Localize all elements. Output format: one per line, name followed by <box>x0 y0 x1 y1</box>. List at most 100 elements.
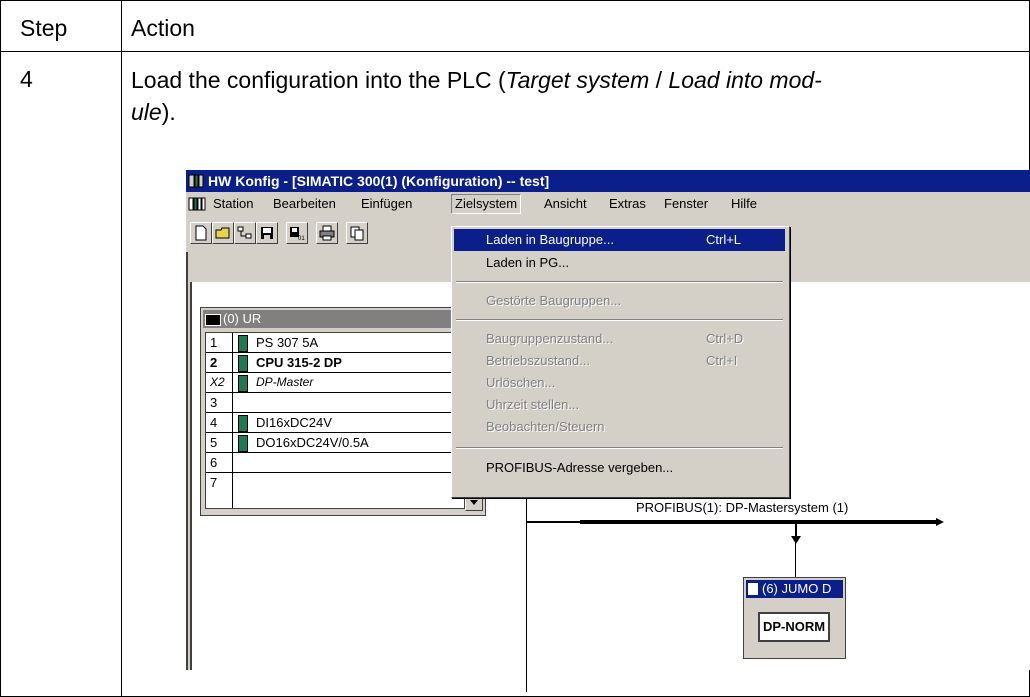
save-compile-icon: 01 <box>290 227 305 241</box>
dp-slave-window[interactable]: (6) JUMO D DP-NORM <box>743 577 846 659</box>
menu-item-betriebszustand[interactable]: Betriebszustand... Ctrl+I <box>454 350 785 372</box>
open-button[interactable] <box>212 222 234 244</box>
instruction-lead: Load the configuration into the PLC ( <box>131 67 506 93</box>
menu-separator <box>456 281 783 283</box>
rack-title: (0) UR <box>223 311 262 326</box>
menu-item-laden-in-baugruppe[interactable]: Laden in Baugruppe... Ctrl+L <box>454 229 785 251</box>
slot-number: 5 <box>210 435 218 450</box>
open-folder-icon <box>215 227 230 239</box>
menu-bearbeiten[interactable]: Bearbeiten <box>270 195 339 213</box>
menu-item-label: Beobachten/Steuern <box>486 419 605 434</box>
module-icon <box>238 335 248 352</box>
instruction-separator: / <box>649 67 669 93</box>
menu-item-baugruppenzustand[interactable]: Baugruppenzustand... Ctrl+D <box>454 328 785 350</box>
module-name: DI16xDC24V <box>256 415 332 430</box>
menu-item-shortcut: Ctrl+I <box>706 353 738 368</box>
rack-icon <box>205 314 221 326</box>
rack-row[interactable]: 1 PS 307 5A <box>206 333 464 353</box>
menu-separator <box>456 447 783 449</box>
window-titlebar[interactable]: HW Konfig - [SIMATIC 300(1) (Konfigurati… <box>186 170 1030 192</box>
table-left-border <box>0 0 1 697</box>
menu-station[interactable]: Station <box>210 195 256 213</box>
menu-item-uhrzeit-stellen[interactable]: Uhrzeit stellen... <box>454 394 785 416</box>
network-button[interactable] <box>234 222 256 244</box>
zielsystem-dropdown-menu: Laden in Baugruppe... Ctrl+L Laden in PG.… <box>451 226 790 498</box>
svg-text:01: 01 <box>298 236 305 241</box>
slot-number: 6 <box>210 455 218 470</box>
header-step: Step <box>20 15 68 41</box>
save-button[interactable] <box>256 222 278 244</box>
menu-item-laden-in-pg[interactable]: Laden in PG... <box>454 252 785 274</box>
rack-row[interactable]: 6 <box>206 453 464 473</box>
print-button[interactable] <box>316 222 338 244</box>
menu-item-label: Urlöschen... <box>486 375 556 390</box>
slave-drop-line <box>795 540 796 577</box>
menu-item-shortcut: Ctrl+L <box>706 232 742 247</box>
menubar: Station Bearbeiten Einfügen Zielsystem A… <box>186 192 1030 216</box>
rack-row[interactable]: 5 DO16xDC24V/0.5A <box>206 433 464 453</box>
menu-fenster[interactable]: Fenster <box>661 195 711 213</box>
rack-row[interactable]: 4 DI16xDC24V <box>206 413 464 433</box>
table-top-border <box>0 0 1030 1</box>
instruction-text: Load the configuration into the PLC (Tar… <box>131 64 1021 128</box>
slot-number: 1 <box>210 335 218 350</box>
module-icon <box>238 415 248 432</box>
menu-item-label: Gestörte Baugruppen... <box>486 293 622 308</box>
module-name: DP-Master <box>256 375 314 389</box>
module-name: CPU 315-2 DP <box>256 355 342 370</box>
menu-item-label: PROFIBUS-Adresse vergeben... <box>486 460 674 475</box>
dp-norm-button[interactable]: DP-NORM <box>758 612 830 642</box>
rack-row[interactable]: X2 DP-Master <box>206 373 464 393</box>
slave-title: (6) JUMO D <box>762 581 832 596</box>
rack-row[interactable]: 7 <box>206 473 464 492</box>
slave-titlebar[interactable]: (6) JUMO D <box>746 580 843 598</box>
save-compile-button[interactable]: 01 <box>286 222 308 244</box>
menu-item-profibus-adresse[interactable]: PROFIBUS-Adresse vergeben... <box>454 457 785 479</box>
workarea-left-edge <box>186 252 188 670</box>
rack-row[interactable]: 3 <box>206 393 464 413</box>
header-action: Action <box>131 15 195 41</box>
menu-item-label: Laden in PG... <box>486 255 570 270</box>
new-file-icon <box>195 225 207 241</box>
menu-einfuegen[interactable]: Einfügen <box>358 195 415 213</box>
rack-row[interactable]: 2 CPU 315-2 DP <box>206 353 464 373</box>
menu-item-urloeschen[interactable]: Urlöschen... <box>454 372 785 394</box>
table-header-divider <box>0 51 1030 52</box>
menu-ansicht[interactable]: Ansicht <box>541 195 590 213</box>
menu-item-label: Baugruppenzustand... <box>486 331 614 346</box>
menu-item-gestoerte-baugruppen[interactable]: Gestörte Baugruppen... <box>454 290 785 312</box>
menu-zielsystem[interactable]: Zielsystem <box>451 194 522 214</box>
new-button[interactable] <box>190 222 212 244</box>
menu-item-label: Uhrzeit stellen... <box>486 397 580 412</box>
slot-number: 2 <box>210 355 218 370</box>
save-disk-icon <box>261 227 273 239</box>
profibus-bus-line[interactable] <box>526 518 946 548</box>
copy-icon <box>350 226 364 241</box>
module-name: PS 307 5A <box>256 335 319 350</box>
dp-master-icon <box>238 375 248 392</box>
instruction-menu-target-system: Target system <box>505 67 650 93</box>
window-title: HW Konfig - [SIMATIC 300(1) (Konfigurati… <box>208 173 550 189</box>
menu-extras[interactable]: Extras <box>606 195 649 213</box>
rack-slot-table: 1 PS 307 5A 2 CPU 315-2 DP X2 DP-Master 3 4… <box>205 332 465 509</box>
table-column-divider <box>121 0 122 697</box>
menu-item-label: Laden in Baugruppe... <box>486 232 614 247</box>
document-menu-icon[interactable] <box>188 196 206 212</box>
copy-button[interactable] <box>346 222 368 244</box>
hw-config-app-icon <box>188 174 204 188</box>
slot-number: 4 <box>210 415 218 430</box>
printer-icon <box>319 225 335 241</box>
menu-separator <box>456 319 783 321</box>
instruction-tail: ). <box>161 99 176 125</box>
bus-end-arrow-icon <box>936 518 944 526</box>
rack-titlebar[interactable]: (0) UR <box>203 310 483 328</box>
slot-number: 7 <box>210 475 218 490</box>
slot-number: 3 <box>210 395 218 410</box>
instruction-menu-load-part1: Load into mod- <box>668 67 822 93</box>
rack-window[interactable]: (0) UR 1 PS 307 5A 2 CPU 315-2 DP X2 DP-Mas… <box>200 307 486 516</box>
module-icon <box>238 435 248 452</box>
menu-item-shortcut: Ctrl+D <box>706 331 744 346</box>
menu-item-beobachten-steuern[interactable]: Beobachten/Steuern <box>454 416 785 438</box>
bus-drop-arrow-icon <box>791 536 801 544</box>
menu-hilfe[interactable]: Hilfe <box>728 195 760 213</box>
